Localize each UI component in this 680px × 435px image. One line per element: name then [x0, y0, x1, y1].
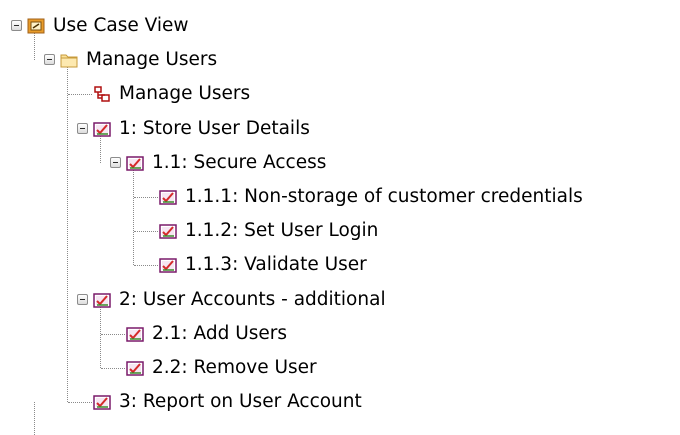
tree-node-req-2-1[interactable]: 2.1: Add Users: [0, 317, 680, 351]
tree-node-label: 2.1: Add Users: [152, 322, 288, 344]
requirement-icon: [126, 360, 144, 376]
tree-node-label: Manage Users: [119, 83, 251, 105]
requirement-icon: [93, 121, 111, 137]
tree-node-req-2[interactable]: 2: User Accounts - additional: [0, 283, 680, 317]
tree-node-label: 1.1: Secure Access: [152, 151, 327, 173]
project-browser-tree: Use Case View Manage Users Manage Users 1: …: [0, 0, 680, 435]
requirement-icon: [159, 257, 177, 274]
tree-node-label: Manage Users: [86, 49, 218, 71]
tree-node-root[interactable]: Use Case View: [0, 9, 680, 43]
requirement-icon: [159, 189, 177, 205]
tree-node-req-3[interactable]: 3: Report on User Account: [0, 385, 680, 419]
requirement-icon: [93, 394, 111, 410]
tree-node-manage-users-folder[interactable]: Manage Users: [0, 43, 680, 77]
requirement-icon: [93, 292, 111, 308]
tree-node-req-1-1-1[interactable]: 1.1.1: Non-storage of customer credentia…: [0, 180, 680, 214]
diagram-icon: [93, 86, 111, 103]
tree-node-label: 2: User Accounts - additional: [119, 288, 386, 310]
tree-node-req-1[interactable]: 1: Store User Details: [0, 112, 680, 146]
tree-node-label: 2.2: Remove User: [152, 357, 317, 378]
tree-node-label: Use Case View: [53, 15, 189, 36]
tree-node-label: 1: Store User Details: [119, 117, 310, 139]
tree-node-manage-users-diagram[interactable]: Manage Users: [0, 77, 680, 111]
tree-node-req-2-2[interactable]: 2.2: Remove User: [0, 351, 680, 385]
tree-node-label: 1.1.1: Non-storage of customer credentia…: [185, 186, 583, 207]
collapse-toggle-icon[interactable]: [110, 156, 121, 168]
tree-node-req-1-1-2[interactable]: 1.1.2: Set User Login: [0, 214, 680, 248]
collapse-toggle-icon[interactable]: [11, 20, 22, 31]
tree-node-label: 3: Report on User Account: [119, 391, 362, 413]
package-view-icon: [27, 18, 45, 34]
folder-icon: [60, 52, 78, 68]
tree-node-label: 1.1.2: Set User Login: [185, 220, 379, 242]
collapse-toggle-icon[interactable]: [77, 293, 88, 305]
collapse-toggle-icon[interactable]: [77, 122, 88, 134]
tree-node-req-1-1[interactable]: 1.1: Secure Access: [0, 146, 680, 180]
tree-node-req-1-1-3[interactable]: 1.1.3: Validate User: [0, 248, 680, 282]
requirement-icon: [126, 326, 144, 342]
requirement-icon: [126, 155, 144, 171]
tree-node-label: 1.1.3: Validate User: [185, 254, 367, 276]
collapse-toggle-icon[interactable]: [44, 54, 55, 66]
requirement-icon: [159, 223, 177, 239]
